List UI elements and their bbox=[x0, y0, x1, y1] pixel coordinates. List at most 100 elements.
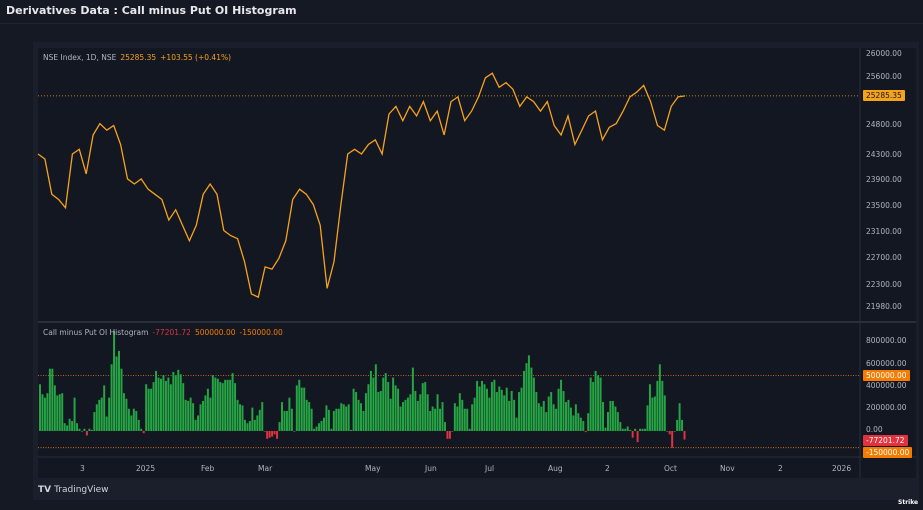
histogram-bar-positive bbox=[48, 368, 51, 431]
histogram-bar-positive bbox=[199, 404, 202, 431]
histogram-bar-positive bbox=[374, 364, 377, 431]
histogram-bar-positive bbox=[113, 330, 116, 432]
price-axis-tick: 25600.00 bbox=[866, 72, 902, 81]
histogram-bar-positive bbox=[594, 370, 597, 432]
upper-level-value: 500000.00 bbox=[194, 328, 236, 337]
histogram-bar-negative bbox=[668, 431, 671, 435]
histogram-bar-negative bbox=[446, 431, 449, 439]
histogram-bar-positive bbox=[582, 420, 585, 431]
histogram-bar-positive bbox=[525, 363, 528, 431]
histogram-bar-positive bbox=[147, 388, 150, 431]
histogram-bar-positive bbox=[174, 375, 177, 432]
tradingview-label: TradingView bbox=[54, 485, 109, 495]
histogram-bar-positive bbox=[574, 404, 577, 431]
histogram-bar-positive bbox=[78, 428, 81, 431]
histogram-bar-positive bbox=[404, 399, 407, 431]
histogram-bar-positive bbox=[577, 413, 580, 431]
histogram-bar-positive bbox=[515, 417, 518, 431]
histogram-bar-negative bbox=[636, 431, 639, 443]
histogram-bar-positive bbox=[56, 395, 59, 431]
histogram-bar-positive bbox=[73, 397, 76, 432]
histogram-bar-positive bbox=[246, 423, 249, 431]
histogram-bar-positive bbox=[624, 428, 627, 431]
histogram-bar-positive bbox=[527, 355, 530, 431]
lower-level-tag: -150000.00 bbox=[863, 447, 913, 458]
histogram-bar-positive bbox=[621, 428, 624, 431]
histogram-bar-positive bbox=[76, 423, 79, 431]
histogram-bar-negative bbox=[85, 431, 88, 436]
histogram-bar-positive bbox=[616, 412, 619, 431]
histogram-bar-positive bbox=[510, 390, 513, 431]
histogram-bar-positive bbox=[330, 428, 333, 431]
histogram-bar-positive bbox=[639, 428, 642, 431]
histogram-bar-positive bbox=[565, 402, 567, 431]
histogram-bar-positive bbox=[300, 387, 303, 431]
histogram-bar-negative bbox=[273, 431, 276, 435]
histogram-bar-positive bbox=[367, 384, 370, 431]
histogram-bar-positive bbox=[172, 372, 175, 431]
histogram-bar-positive bbox=[392, 377, 395, 431]
histogram-bar-positive bbox=[493, 379, 496, 431]
histogram-bar-positive bbox=[666, 431, 669, 432]
histogram-bar-positive bbox=[389, 398, 392, 431]
histogram-bar-positive bbox=[441, 402, 444, 431]
time-axis-tick: 2 bbox=[605, 464, 610, 473]
histogram-bar-positive bbox=[436, 394, 439, 431]
tradingview-logo[interactable]: TV TradingView bbox=[38, 485, 109, 495]
histogram-bar-positive bbox=[646, 405, 649, 431]
histogram-bar-positive bbox=[298, 379, 301, 431]
histogram-bar-positive bbox=[523, 370, 525, 432]
histogram-bar-positive bbox=[184, 399, 187, 431]
price-axis-tick: 24800.00 bbox=[866, 120, 902, 129]
time-axis-tick: Jul bbox=[485, 464, 495, 473]
histogram-bar-positive bbox=[495, 392, 498, 431]
histogram-bar-positive bbox=[589, 377, 592, 431]
indicator-axis-tick: 600000.00 bbox=[866, 359, 907, 368]
histogram-bar-positive bbox=[540, 406, 543, 431]
histogram-bar-positive bbox=[214, 377, 217, 431]
histogram-bar-positive bbox=[236, 399, 239, 431]
histogram-bar-positive bbox=[145, 384, 148, 431]
histogram-bar-positive bbox=[678, 403, 681, 431]
histogram-bar-positive bbox=[127, 408, 130, 431]
histogram-bar-positive bbox=[345, 406, 348, 431]
histogram-bar-positive bbox=[103, 385, 106, 431]
time-axis-tick: 2025 bbox=[136, 464, 156, 473]
histogram-bar-positive bbox=[644, 428, 646, 431]
histogram-bar-positive bbox=[357, 399, 360, 431]
histogram-bar-positive bbox=[80, 431, 83, 432]
chart-svg bbox=[37, 48, 916, 478]
histogram-bar-positive bbox=[550, 392, 553, 431]
histogram-bar-positive bbox=[387, 382, 390, 431]
indicator-axis-tick: 800000.00 bbox=[866, 336, 907, 345]
histogram-bar-positive bbox=[122, 393, 125, 432]
histogram-bar-positive bbox=[243, 419, 246, 432]
price-axis-tick: 23900.00 bbox=[866, 175, 902, 184]
histogram-bar-positive bbox=[51, 368, 54, 431]
histogram-bar-positive bbox=[503, 395, 506, 431]
histogram-bar-positive bbox=[41, 394, 44, 431]
histogram-bar-positive bbox=[426, 394, 429, 431]
indicator-value: -77201.72 bbox=[152, 328, 191, 337]
histogram-bar-positive bbox=[140, 428, 143, 431]
histogram-bar-positive bbox=[71, 420, 74, 431]
histogram-bar-positive bbox=[458, 393, 461, 432]
histogram-bar-positive bbox=[105, 416, 108, 431]
histogram-bar-positive bbox=[656, 380, 659, 431]
histogram-bar-positive bbox=[535, 392, 538, 431]
histogram-bar-positive bbox=[234, 383, 237, 431]
histogram-bar-positive bbox=[258, 409, 261, 431]
symbol-label: NSE Index, 1D, NSE bbox=[43, 53, 117, 62]
price-axis-tick: 24300.00 bbox=[866, 150, 902, 159]
histogram-bar-positive bbox=[66, 425, 69, 431]
histogram-bar-positive bbox=[634, 428, 637, 431]
histogram-bar-positive bbox=[382, 377, 385, 431]
histogram-bar-positive bbox=[337, 408, 340, 431]
price-legend: NSE Index, 1D, NSE 25285.35 +103.55 (+0.41… bbox=[43, 53, 235, 62]
histogram-bar-positive bbox=[406, 397, 409, 432]
histogram-bar-positive bbox=[513, 399, 516, 431]
histogram-bar-positive bbox=[248, 420, 251, 431]
histogram-bar-positive bbox=[379, 390, 382, 431]
histogram-bar-positive bbox=[431, 406, 434, 431]
histogram-bar-positive bbox=[130, 415, 133, 432]
